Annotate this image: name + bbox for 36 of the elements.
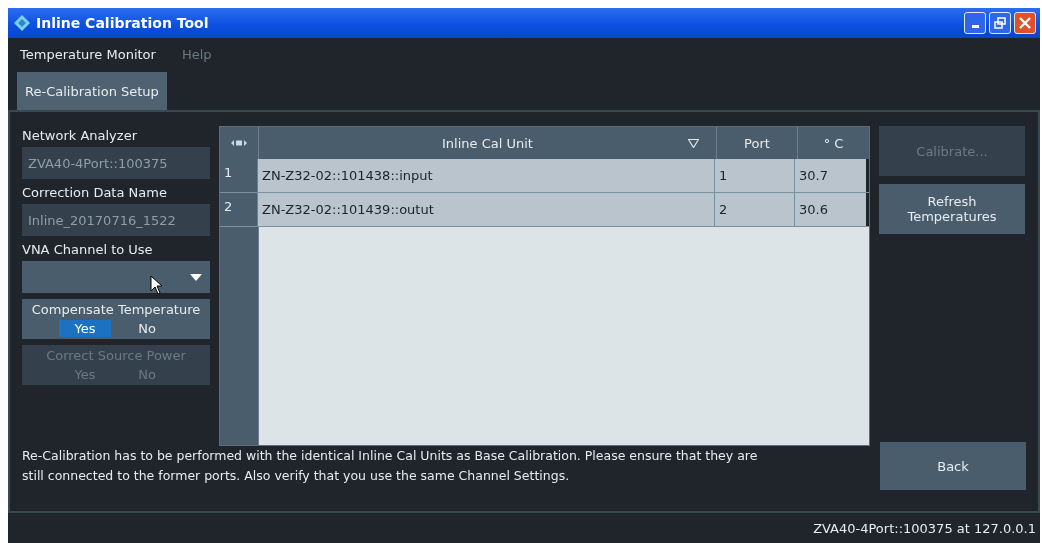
menu-item[interactable]: Temperature Monitor — [20, 46, 156, 62]
row-number: 1 — [220, 159, 258, 192]
table-cell: 2 — [715, 193, 795, 226]
tab[interactable]: Re-Calibration Setup — [17, 72, 167, 110]
dropdown-field[interactable] — [22, 261, 210, 293]
close-icon — [1018, 16, 1032, 30]
text-field[interactable]: Inline_20170716_1522 — [22, 204, 210, 236]
status-text: ZVA40-4Port::100375 at 127.0.0.1 — [813, 520, 1036, 536]
table-cell: ZN-Z32-02::101439::outut — [258, 193, 715, 226]
restore-button[interactable] — [989, 12, 1011, 34]
back-button[interactable]: Back — [880, 442, 1026, 490]
close-button[interactable] — [1014, 12, 1036, 34]
text-field[interactable]: ZVA40-4Port::100375 — [22, 147, 210, 179]
minimize-icon — [971, 24, 979, 28]
toggle-label: Correct Source Power — [46, 348, 186, 363]
field-label: VNA Channel to Use — [22, 242, 154, 257]
action-button[interactable]: Refresh Temperatures — [879, 184, 1025, 234]
mouse-cursor-icon — [150, 275, 164, 295]
info-message: Re-Calibration has to be performed with the identical Inline Cal Units as Base Calibration. Please ensure that they are still connected to the former ports. Also verify that you use the same Channel Settings. — [22, 447, 759, 485]
table-cell: 30.7 — [795, 159, 866, 192]
field-label: Correction Data Name — [22, 185, 168, 200]
diamond-icon — [14, 15, 30, 31]
column-header[interactable]: ° C — [798, 127, 869, 159]
row-number: 2 — [220, 193, 258, 226]
caret-icon — [190, 273, 202, 281]
table-cell: ZN-Z32-02::101438::input — [258, 159, 715, 192]
window-title: Inline Calibration Tool — [36, 15, 210, 31]
table-cell: 1 — [715, 159, 795, 192]
toggle-option[interactable]: No — [121, 320, 173, 337]
toggle-option[interactable]: Yes — [59, 320, 111, 337]
filter-icon[interactable] — [688, 139, 699, 148]
table-cell: 30.6 — [795, 193, 866, 226]
field-label: Network Analyzer — [22, 128, 138, 143]
toggle-label: Compensate Temperature — [31, 302, 201, 317]
minimize-button[interactable] — [964, 12, 986, 34]
restore-icon — [994, 17, 1006, 29]
